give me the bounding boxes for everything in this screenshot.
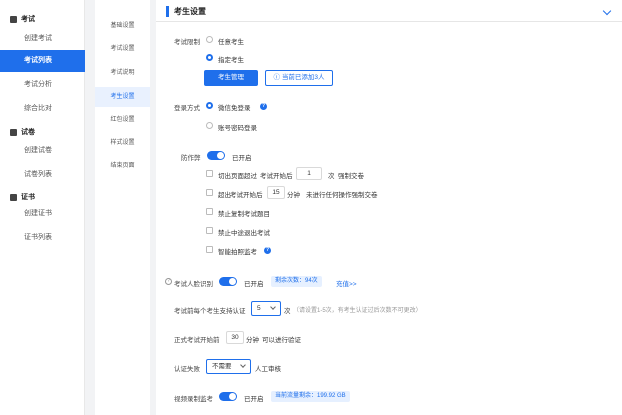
radio-any-candidate[interactable]	[206, 36, 213, 43]
face-verify-label: 考试人脸识别	[174, 281, 213, 288]
verify-fail-label: 认证失败	[174, 366, 200, 373]
sidebar-item-create-exam[interactable]: 创建考试	[0, 28, 85, 50]
rule2-unit: 分钟	[287, 192, 300, 199]
exam-icon	[10, 15, 17, 23]
verify-fail-select[interactable]: 不需要	[206, 359, 251, 374]
main-panel: 考生设置 考试限制 任意考生 指定考生 考生管理 ⓘ 当前已添加3人 登录方式 …	[156, 0, 622, 415]
settings-subnav: 基础设置 考试设置 考试说明 考生设置 红包设置 样式设置 结束页面	[95, 0, 150, 415]
video-monitor-toggle[interactable]	[219, 392, 237, 401]
subnav-style[interactable]: 样式设置	[95, 133, 150, 153]
rule2-minutes-input[interactable]: 15	[267, 186, 285, 199]
rule1-pre2: 考试开始后	[260, 173, 293, 180]
sidebar-group-paper: 试卷	[10, 127, 35, 137]
chevron-down-icon	[240, 362, 246, 368]
sidebar-item-exam-analysis[interactable]: 考试分析	[0, 74, 85, 96]
rule2-pre2: 考试开始后	[230, 192, 263, 199]
section-divider	[156, 21, 622, 22]
subnav-exam-description[interactable]: 考试说明	[95, 63, 150, 83]
sidebar-item-compare[interactable]: 综合比对	[0, 98, 85, 120]
subnav-exam-settings[interactable]: 考试设置	[95, 39, 150, 59]
anti-cheat-label: 防作弊	[181, 155, 201, 162]
verify-count-hint: （请设置1-5次，有考生认证过后次数不可更改）	[293, 308, 422, 314]
radio-account-login-label: 账号密码登录	[218, 125, 257, 132]
pre-exam-label: 正式考试开始前	[174, 337, 220, 344]
sidebar-group-certificate: 证书	[10, 192, 35, 202]
video-monitor-status: 已开启	[244, 396, 264, 403]
sidebar-group-exam: 考试	[10, 14, 35, 24]
sidebar-item-certificate-list[interactable]: 证书列表	[0, 227, 85, 249]
subnav-redpacket[interactable]: 红包设置	[95, 110, 150, 130]
pre-exam-minutes-input[interactable]: 30	[226, 331, 244, 344]
subnav-candidate-settings[interactable]: 考生设置	[95, 87, 150, 107]
sidebar-item-create-paper[interactable]: 创建试卷	[0, 140, 85, 162]
login-label: 登录方式	[174, 105, 200, 112]
verify-fail-post: 人工审核	[255, 366, 281, 373]
radio-specified-candidate-label: 指定考生	[218, 57, 244, 64]
sidebar-item-paper-list[interactable]: 试卷列表	[0, 164, 85, 186]
rule1-post2: 强制交卷	[338, 173, 364, 180]
rule4-label: 禁止中途退出考试	[218, 230, 270, 237]
face-verify-status: 已开启	[244, 281, 264, 288]
radio-specified-candidate[interactable]	[206, 54, 213, 61]
radio-any-candidate-label: 任意考生	[218, 39, 244, 46]
traffic-remaining-badge: 当前流量剩余：199.92 GB	[271, 391, 350, 402]
verify-count-label: 考试前每个考生支持认证	[174, 308, 246, 315]
paper-icon	[10, 128, 17, 136]
checkbox-no-copy[interactable]	[206, 208, 213, 215]
pre-exam-unit: 分钟	[246, 337, 259, 344]
chevron-down-icon	[270, 304, 276, 310]
recharge-link[interactable]: 充值>>	[336, 278, 357, 288]
subnav-basic[interactable]: 基础设置	[95, 16, 150, 36]
radio-account-login[interactable]	[206, 122, 213, 129]
rule5-label: 智能拍照监考	[218, 249, 257, 256]
checkbox-idle-timeout[interactable]	[206, 189, 213, 196]
sidebar-item-exam-list[interactable]: 考试列表	[0, 50, 85, 72]
certificate-icon	[10, 193, 17, 201]
anti-cheat-toggle[interactable]	[207, 151, 225, 160]
info-icon: ⓘ	[273, 74, 282, 81]
video-monitor-label: 视频录制监考	[174, 396, 213, 403]
face-verify-toggle[interactable]	[219, 277, 237, 286]
help-icon[interactable]: ?	[264, 247, 271, 254]
remaining-count-badge: 剩余次数：94次	[271, 276, 322, 287]
verify-count-unit: 次	[284, 308, 291, 315]
sidebar: 考试 创建考试 考试列表 考试分析 综合比对 试卷 创建试卷 试卷列表 证书 创…	[0, 0, 85, 415]
checkbox-switch-page[interactable]	[206, 170, 213, 177]
help-icon[interactable]: ?	[260, 103, 267, 110]
checkbox-smart-photo[interactable]	[206, 246, 213, 253]
candidate-manage-button[interactable]: 考生管理	[204, 70, 258, 86]
exam-limit-label: 考试限制	[174, 39, 200, 46]
anti-cheat-status: 已开启	[232, 155, 252, 162]
rule1-post: 次	[328, 173, 335, 180]
radio-wechat-login[interactable]	[206, 102, 213, 109]
rule2-post: 未进行任何操作强制交卷	[306, 192, 378, 199]
rule1-count-input[interactable]: 1	[296, 167, 322, 180]
subnav-end-page[interactable]: 结束页面	[95, 156, 150, 176]
rule3-label: 禁止复制考试题目	[218, 211, 270, 218]
rule1-pre: 切出页面超过	[218, 173, 257, 180]
radio-wechat-login-label: 微信免登录	[218, 105, 251, 112]
collapse-chevron-icon[interactable]	[602, 6, 612, 16]
pre-exam-post: 可以进行验证	[262, 337, 301, 344]
section-accent-bar	[166, 6, 169, 17]
section-title: 考生设置	[174, 7, 206, 16]
question-icon[interactable]: ?	[165, 278, 172, 285]
added-count-button[interactable]: ⓘ 当前已添加3人	[265, 70, 333, 86]
verify-count-select[interactable]: 5	[251, 301, 281, 316]
sidebar-item-create-certificate[interactable]: 创建证书	[0, 203, 85, 225]
checkbox-no-exit[interactable]	[206, 227, 213, 234]
